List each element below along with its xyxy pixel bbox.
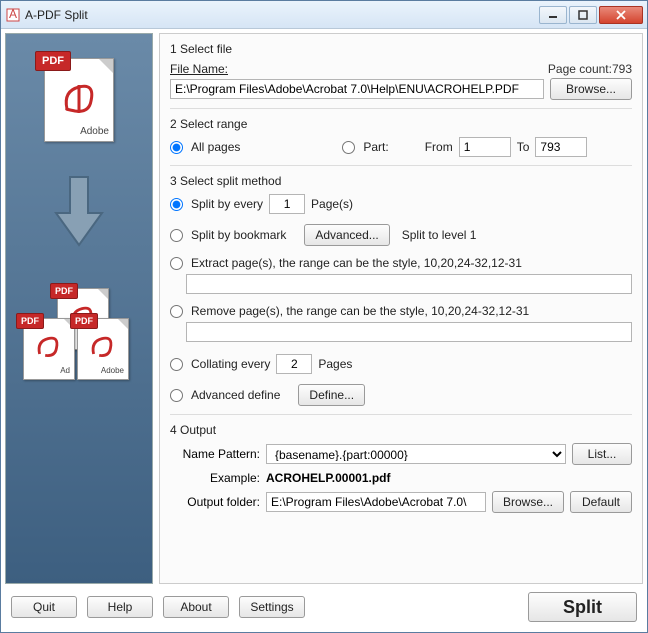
collating-input[interactable] <box>276 354 312 374</box>
extract-input[interactable] <box>186 274 632 294</box>
advanced-define-label: Advanced define <box>191 388 280 402</box>
titlebar[interactable]: A A-PDF Split <box>1 1 647 29</box>
settings-button[interactable]: Settings <box>239 596 305 618</box>
help-button[interactable]: Help <box>87 596 153 618</box>
example-label: Example: <box>170 471 266 485</box>
split-bookmark-radio[interactable] <box>170 229 183 242</box>
filename-input[interactable] <box>170 79 544 99</box>
about-button[interactable]: About <box>163 596 229 618</box>
collating-radio[interactable] <box>170 358 183 371</box>
close-button[interactable] <box>599 6 643 24</box>
section-split-method: 3 Select split method Split by every Pag… <box>170 174 632 415</box>
advanced-define-radio[interactable] <box>170 389 183 402</box>
browse-folder-button[interactable]: Browse... <box>492 491 564 513</box>
example-value: ACROHELP.00001.pdf <box>266 471 390 485</box>
down-arrow-icon <box>49 172 109 252</box>
section-select-file: 1 Select file File Name: Page count:793 … <box>170 42 632 109</box>
advanced-button[interactable]: Advanced... <box>304 224 389 246</box>
to-label: To <box>517 140 530 154</box>
application-window: A A-PDF Split PDF Adobe PDFAd <box>0 0 648 633</box>
extract-radio[interactable] <box>170 257 183 270</box>
pages-label2: Pages <box>318 357 352 371</box>
split-every-radio[interactable] <box>170 198 183 211</box>
split-level-label: Split to level 1 <box>402 228 477 242</box>
browse-file-button[interactable]: Browse... <box>550 78 632 100</box>
from-input[interactable] <box>459 137 511 157</box>
collating-label: Collating every <box>191 357 270 371</box>
sidebar-illustration: PDF Adobe PDFAd PDFAd PDFAdobe <box>5 33 153 584</box>
section1-title: 1 Select file <box>170 42 232 56</box>
main-panel: 1 Select file File Name: Page count:793 … <box>159 33 643 584</box>
page-count-label: Page count:793 <box>548 62 632 76</box>
to-input[interactable] <box>535 137 587 157</box>
section4-title: 4 Output <box>170 423 632 437</box>
filename-label: File Name: <box>170 62 228 76</box>
remove-radio[interactable] <box>170 305 183 318</box>
part-radio[interactable] <box>342 141 355 154</box>
section-select-range: 2 Select range All pages Part: From To <box>170 117 632 166</box>
pdf-source-icon: PDF Adobe <box>44 58 114 142</box>
svg-text:A: A <box>9 8 17 21</box>
output-folder-input[interactable] <box>266 492 486 512</box>
remove-input[interactable] <box>186 322 632 342</box>
extract-label: Extract page(s), the range can be the st… <box>191 256 522 270</box>
define-button[interactable]: Define... <box>298 384 365 406</box>
split-every-input[interactable] <box>269 194 305 214</box>
list-button[interactable]: List... <box>572 443 632 465</box>
default-button[interactable]: Default <box>570 491 632 513</box>
split-every-label: Split by every <box>191 197 263 211</box>
all-pages-radio[interactable] <box>170 141 183 154</box>
split-button[interactable]: Split <box>528 592 637 622</box>
section3-title: 3 Select split method <box>170 174 632 188</box>
section-output: 4 Output Name Pattern: {basename}.{part:… <box>170 423 632 521</box>
output-folder-label: Output folder: <box>170 495 266 509</box>
remove-label: Remove page(s), the range can be the sty… <box>191 304 529 318</box>
pages-label: Page(s) <box>311 197 353 211</box>
part-label: Part: <box>363 140 388 154</box>
window-title: A-PDF Split <box>25 8 539 22</box>
footer: Quit Help About Settings Split <box>5 584 643 628</box>
all-pages-label: All pages <box>191 140 240 154</box>
section2-title: 2 Select range <box>170 117 632 131</box>
name-pattern-select[interactable]: {basename}.{part:00000} <box>266 444 566 464</box>
minimize-button[interactable] <box>539 6 567 24</box>
name-pattern-label: Name Pattern: <box>170 447 266 461</box>
quit-button[interactable]: Quit <box>11 596 77 618</box>
app-icon: A <box>5 7 21 23</box>
from-label: From <box>425 140 453 154</box>
maximize-button[interactable] <box>569 6 597 24</box>
pdf-output-icons: PDFAd PDFAd PDFAdobe <box>19 282 139 392</box>
split-bookmark-label: Split by bookmark <box>191 228 286 242</box>
